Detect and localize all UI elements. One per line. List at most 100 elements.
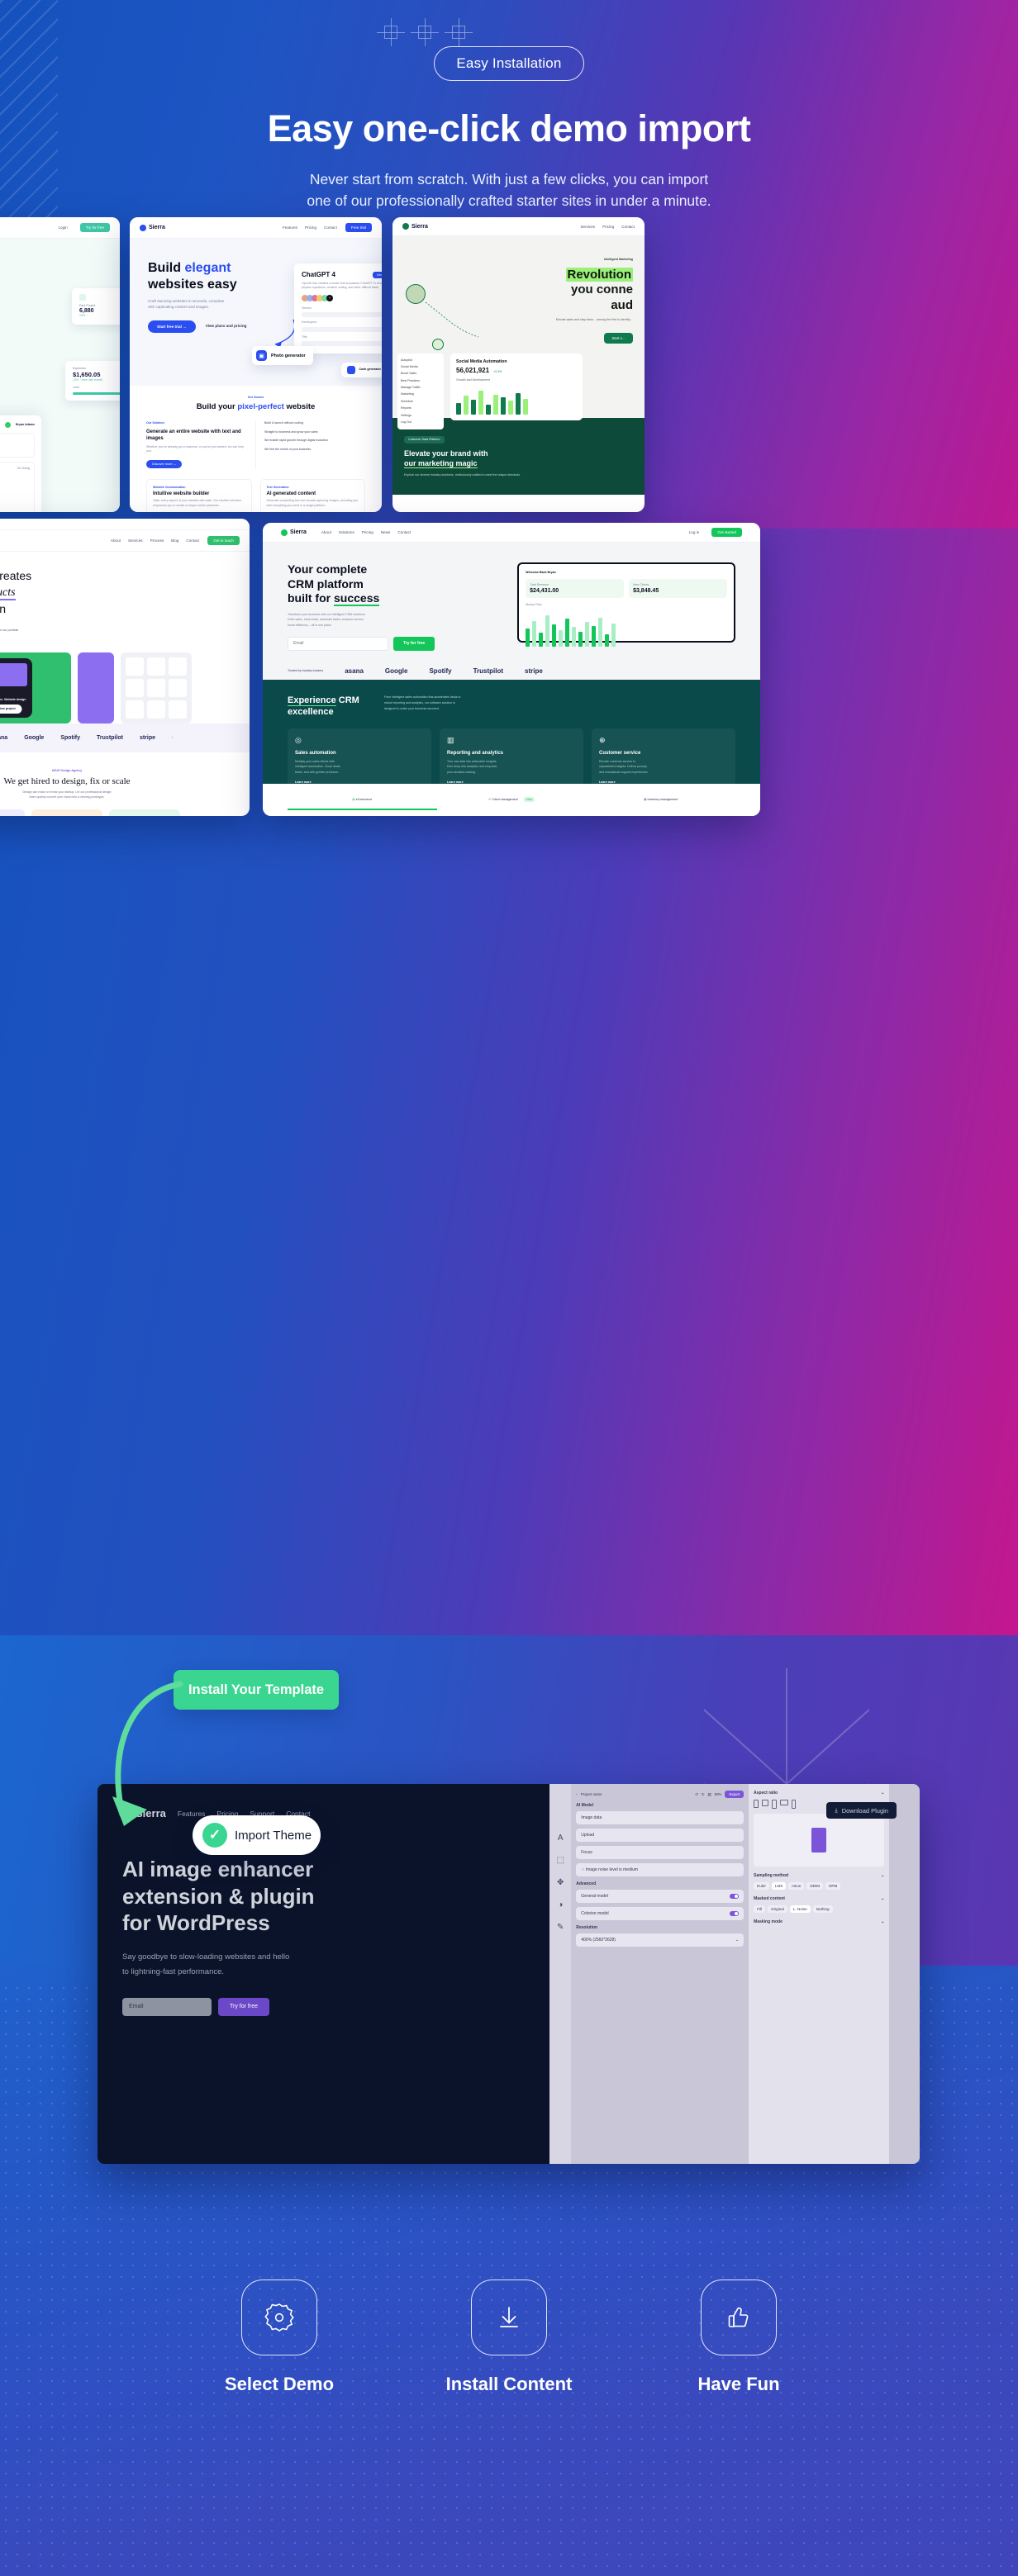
sidebar-item[interactable]: Best Practices	[401, 377, 440, 384]
sampling-method-header[interactable]: Sampling method ⌄	[754, 1873, 884, 1878]
sidebar-item[interactable]: Settings	[401, 412, 440, 419]
sampling-option[interactable]: DPM	[825, 1882, 841, 1890]
project-card[interactable]: CodeWave. Website design View project	[0, 652, 72, 724]
mask-tool-icon[interactable]: ◑	[558, 1900, 563, 1909]
undo-icon[interactable]: ↺	[695, 1792, 698, 1797]
nav-pricing[interactable]: Pricing	[305, 225, 316, 230]
nav-process[interactable]: Process	[150, 538, 164, 543]
project-card[interactable]	[78, 652, 115, 724]
project-name-label[interactable]: Project name	[581, 1792, 602, 1796]
try-free-button[interactable]: Try for free	[79, 223, 110, 232]
demo-card-crm[interactable]: Sierra About Solutions Pricing News Cont…	[263, 523, 760, 816]
nav-about[interactable]: About	[111, 538, 121, 543]
nav-pricing[interactable]: Pricing	[602, 225, 614, 229]
nav-contact[interactable]: Contact	[397, 530, 411, 534]
demo-card-agency[interactable]: f t in Sierra About Services Process Blo…	[0, 519, 250, 816]
nav-features[interactable]: Features	[283, 225, 297, 230]
layers-icon[interactable]: ▤	[708, 1792, 711, 1797]
masked-option-selected[interactable]: L. Noise	[789, 1905, 811, 1913]
resolution-select[interactable]: 400% (2560*3628) ⌄	[576, 1933, 744, 1947]
sampling-option-selected[interactable]: LMS	[771, 1882, 787, 1890]
sidebar-item[interactable]: Marketing	[401, 391, 440, 398]
sampling-option[interactable]: DDIM	[806, 1882, 824, 1890]
project-card[interactable]	[121, 652, 193, 724]
colorize-model-toggle[interactable]	[730, 1911, 740, 1916]
sampling-option[interactable]: Heun	[788, 1882, 805, 1890]
nav-blog[interactable]: Blog	[171, 538, 178, 543]
explore-portfolio-link[interactable]: Explore our portfolio	[0, 629, 18, 633]
masking-mode-header[interactable]: Masking mode ⌄	[754, 1919, 884, 1924]
avatar[interactable]	[4, 422, 11, 428]
focus-field[interactable]: Focus	[576, 1846, 744, 1859]
sidebar-item[interactable]: Boost Sales	[401, 371, 440, 377]
get-in-touch-button[interactable]: Get in touch	[207, 536, 240, 546]
demo-card-analytics[interactable]: Hiring Login Try for free …e industry …d…	[0, 217, 120, 512]
nav-contact[interactable]: Contact	[186, 538, 199, 543]
try-free-button[interactable]: Try for free	[393, 636, 435, 651]
text-tool-icon[interactable]: A	[558, 1834, 564, 1843]
popup-action-button[interactable]: Generate	[372, 271, 382, 278]
sidebar-item[interactable]: Autopilot	[401, 357, 440, 363]
ratio-option[interactable]	[780, 1800, 789, 1805]
nav-pricing[interactable]: Pricing	[362, 530, 373, 534]
dark-card[interactable]: ▥ Reporting and analytics Turn raw data …	[440, 728, 583, 793]
nav-about[interactable]: About	[321, 530, 331, 534]
aspect-ratio-header[interactable]: Aspect ratio ⌄	[754, 1791, 884, 1796]
email-input[interactable]	[288, 636, 388, 651]
ratio-option[interactable]	[792, 1800, 797, 1809]
login-link[interactable]: Login	[54, 224, 71, 231]
upload-field[interactable]: Upload	[576, 1829, 744, 1842]
login-link[interactable]: Log in	[685, 529, 704, 536]
pen-tool-icon[interactable]: ✎	[557, 1923, 564, 1932]
view-project-button[interactable]: View project	[0, 704, 22, 714]
ratio-option[interactable]	[754, 1800, 759, 1808]
download-plugin-button[interactable]: ⤓ Download Plugin	[826, 1802, 897, 1819]
nav-news[interactable]: News	[381, 530, 391, 534]
dark-card[interactable]: ⊕ Customer service Elevate customer serv…	[592, 728, 735, 793]
nav-contact[interactable]: Contact	[324, 225, 337, 230]
free-trial-button[interactable]: Free trial	[345, 223, 372, 232]
nav-services[interactable]: Services	[580, 225, 595, 229]
discover-more-button[interactable]: Discover more →	[146, 459, 183, 468]
general-model-toggle[interactable]	[730, 1894, 740, 1899]
tab-ecommerce[interactable]: ▤ eCommerce	[288, 790, 437, 810]
sidebar-item[interactable]: Schedule	[401, 398, 440, 405]
sampling-option[interactable]: Euler	[754, 1882, 769, 1890]
back-icon[interactable]: ‹	[576, 1792, 577, 1796]
masked-option[interactable]: Fill	[754, 1905, 766, 1913]
demo-card-elegant[interactable]: Sierra Features Pricing Contact Free tri…	[130, 217, 382, 512]
sidebar-item[interactable]: Social Media	[401, 363, 440, 370]
sidebar-item[interactable]: Reports	[401, 406, 440, 412]
masked-content-header[interactable]: Masked content ⌄	[754, 1896, 884, 1901]
code-generator-chip[interactable]: Code generator	[341, 363, 382, 377]
tab-client-management[interactable]: ☍ Client management New	[437, 790, 587, 810]
colorize-model-toggle-row[interactable]: Colorize model	[576, 1907, 744, 1920]
image-data-field[interactable]: Image data	[576, 1811, 744, 1824]
learn-more-link[interactable]: Learn more	[447, 780, 576, 785]
tab-inventory-management[interactable]: ▦ Inventory management	[586, 790, 735, 810]
select-tool-icon[interactable]: ⬚	[557, 1856, 564, 1865]
general-model-toggle-row[interactable]: General model	[576, 1890, 744, 1903]
dark-card[interactable]: ◎ Sales automation Multiply your sales e…	[288, 728, 431, 793]
nav-services[interactable]: Services	[128, 538, 143, 543]
try-free-button[interactable]: Try for free	[218, 1997, 269, 2016]
start-free-trial-button[interactable]: Start free trial →	[148, 320, 196, 333]
masked-option[interactable]: Original	[768, 1905, 787, 1913]
start-now-button[interactable]: Start n…	[604, 333, 633, 344]
zoom-level[interactable]: 50%	[715, 1792, 722, 1796]
move-tool-icon[interactable]: ✥	[557, 1878, 564, 1887]
ratio-option[interactable]	[762, 1800, 769, 1806]
view-plans-link[interactable]: View plans and pricing	[206, 324, 247, 330]
learn-more-link[interactable]: Learn more	[295, 780, 424, 785]
learn-more-link[interactable]: Learn more	[599, 780, 728, 785]
photo-generator-chip[interactable]: ▣ Photo generator	[252, 346, 313, 365]
nav-solutions[interactable]: Solutions	[339, 530, 354, 534]
install-template-button[interactable]: Install Your Template	[174, 1670, 339, 1710]
nav-contact[interactable]: Contact	[621, 225, 635, 229]
sidebar-item[interactable]: Manage Traffic	[401, 385, 440, 391]
get-started-button[interactable]: Get started	[711, 528, 742, 537]
export-button[interactable]: Export	[725, 1791, 744, 1798]
redo-icon[interactable]: ↻	[702, 1792, 705, 1797]
email-input[interactable]: Email	[122, 1997, 212, 2016]
sidebar-item[interactable]: Log Out	[401, 420, 440, 426]
